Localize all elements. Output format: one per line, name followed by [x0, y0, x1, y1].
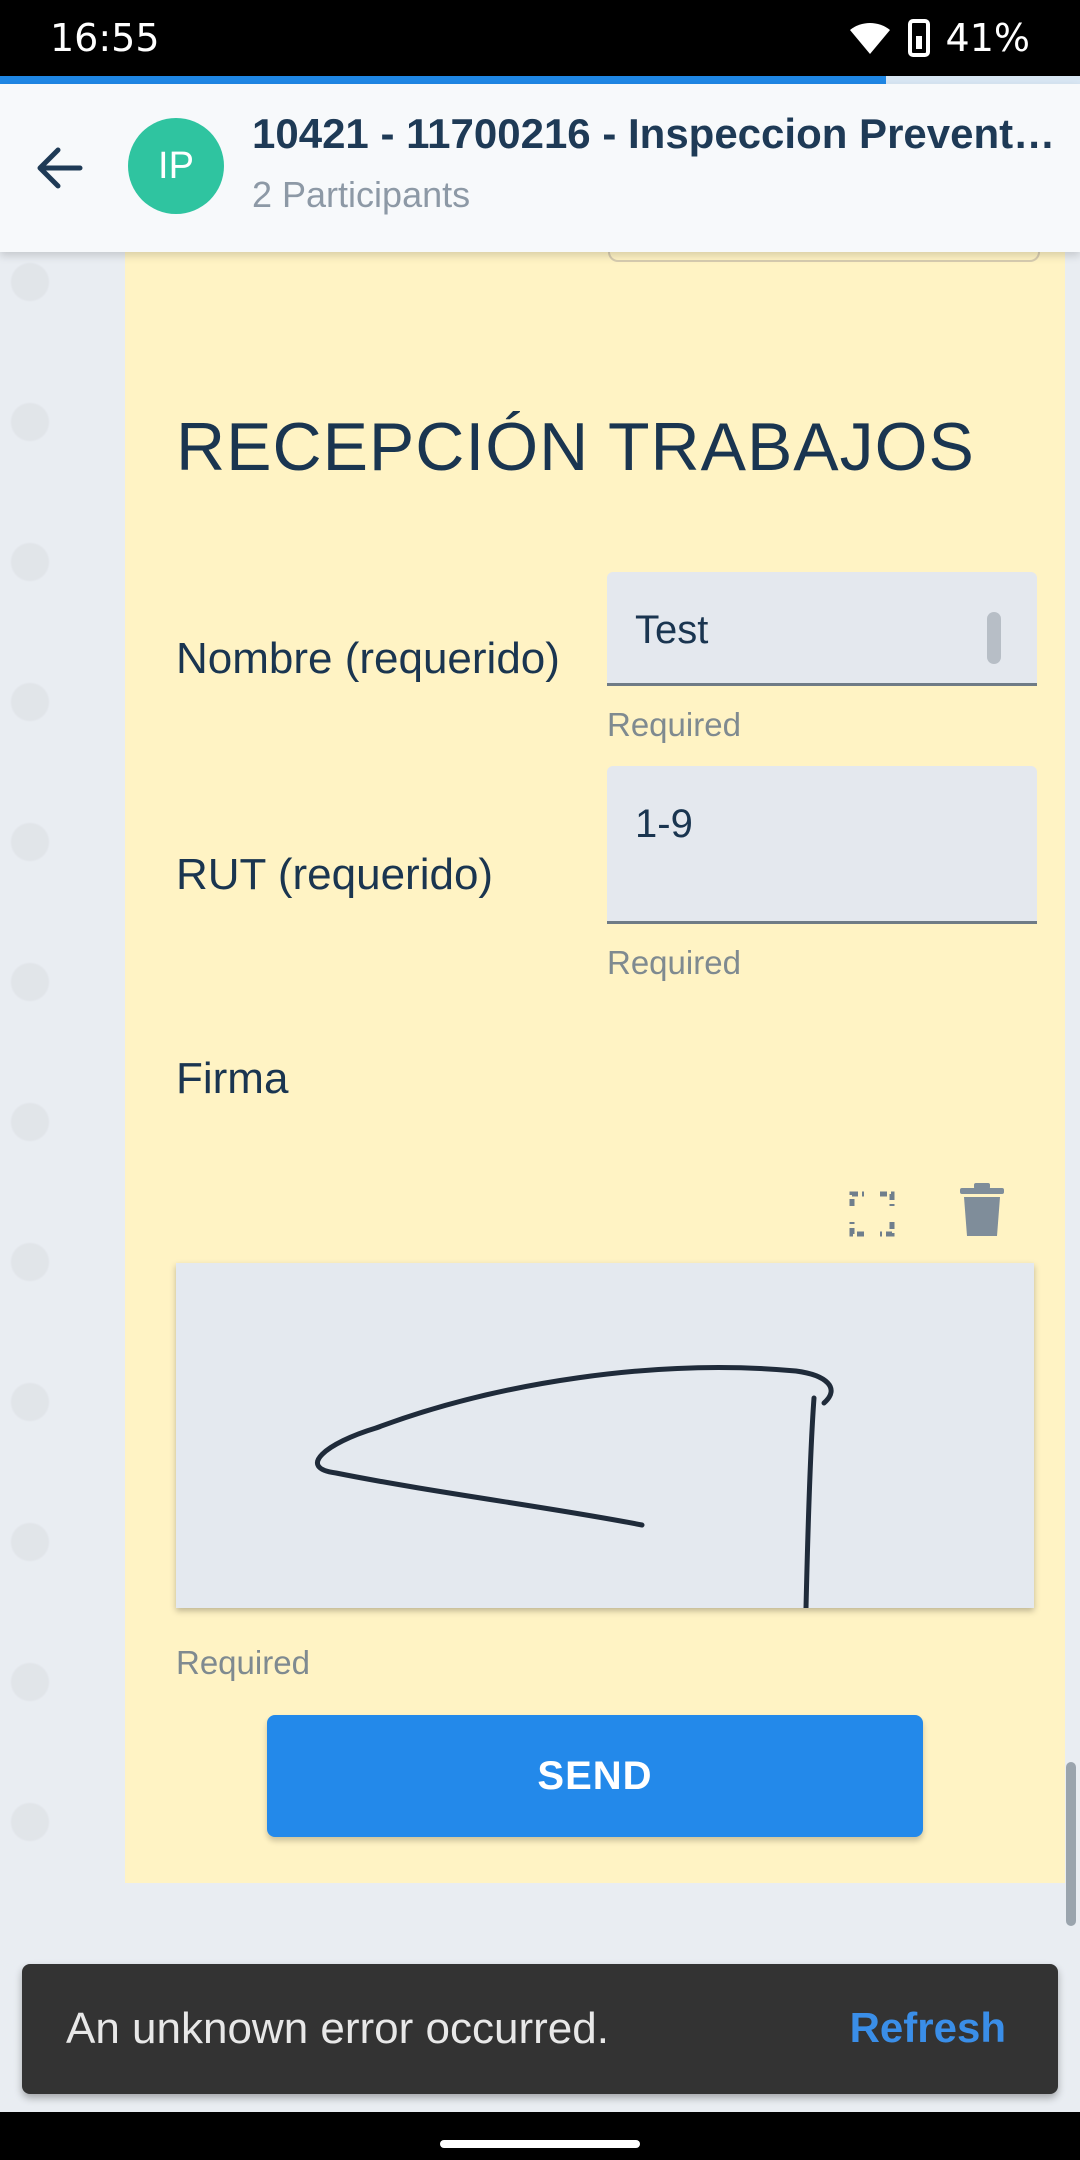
- section-title: RECEPCIÓN TRABAJOS: [176, 409, 975, 485]
- rut-label: RUT (requerido): [176, 850, 494, 899]
- name-label: Nombre (requerido): [176, 634, 560, 683]
- snackbar-message: An unknown error occurred.: [66, 2004, 609, 2053]
- refresh-button[interactable]: Refresh: [850, 2004, 1006, 2052]
- rut-input-value: 1-9: [635, 802, 693, 846]
- trash-icon[interactable]: [952, 1180, 1012, 1240]
- fullscreen-icon[interactable]: [842, 1184, 902, 1244]
- rut-input[interactable]: 1-9: [607, 766, 1037, 924]
- home-handle[interactable]: [440, 2140, 640, 2148]
- rut-helper-text: Required: [607, 944, 741, 981]
- navigation-bar: [0, 2112, 1080, 2160]
- name-input-value: Test: [635, 608, 709, 652]
- signature-helper-text: Required: [176, 1644, 310, 1681]
- avatar[interactable]: IP: [128, 118, 224, 214]
- battery-percent: 41%: [945, 16, 1030, 60]
- back-arrow-icon[interactable]: [30, 138, 90, 198]
- name-input-scrollbar[interactable]: [987, 612, 1001, 664]
- loading-progress-bar: [0, 76, 1080, 84]
- status-icons: 41%: [848, 16, 1030, 60]
- chat-title[interactable]: 10421 - 11700216 - Inspeccion Preventiva: [252, 110, 1062, 158]
- participants-count[interactable]: 2 Participants: [252, 174, 470, 216]
- name-input[interactable]: Test: [607, 572, 1037, 686]
- status-time: 16:55: [50, 16, 160, 60]
- signature-stroke: [315, 1365, 834, 1611]
- battery-icon: [907, 19, 930, 57]
- signature-pad[interactable]: [176, 1263, 1034, 1611]
- send-button[interactable]: SEND: [267, 1715, 923, 1837]
- status-bar: 16:55 41%: [0, 0, 1080, 76]
- wifi-icon: [849, 22, 890, 54]
- chat-header: IP 10421 - 11700216 - Inspeccion Prevent…: [0, 84, 1080, 252]
- signature-label: Firma: [176, 1054, 289, 1103]
- error-snackbar: An unknown error occurred. Refresh: [22, 1964, 1058, 2094]
- loading-progress-fill: [0, 76, 886, 84]
- page-scrollbar[interactable]: [1066, 1762, 1076, 1926]
- name-helper-text: Required: [607, 706, 741, 743]
